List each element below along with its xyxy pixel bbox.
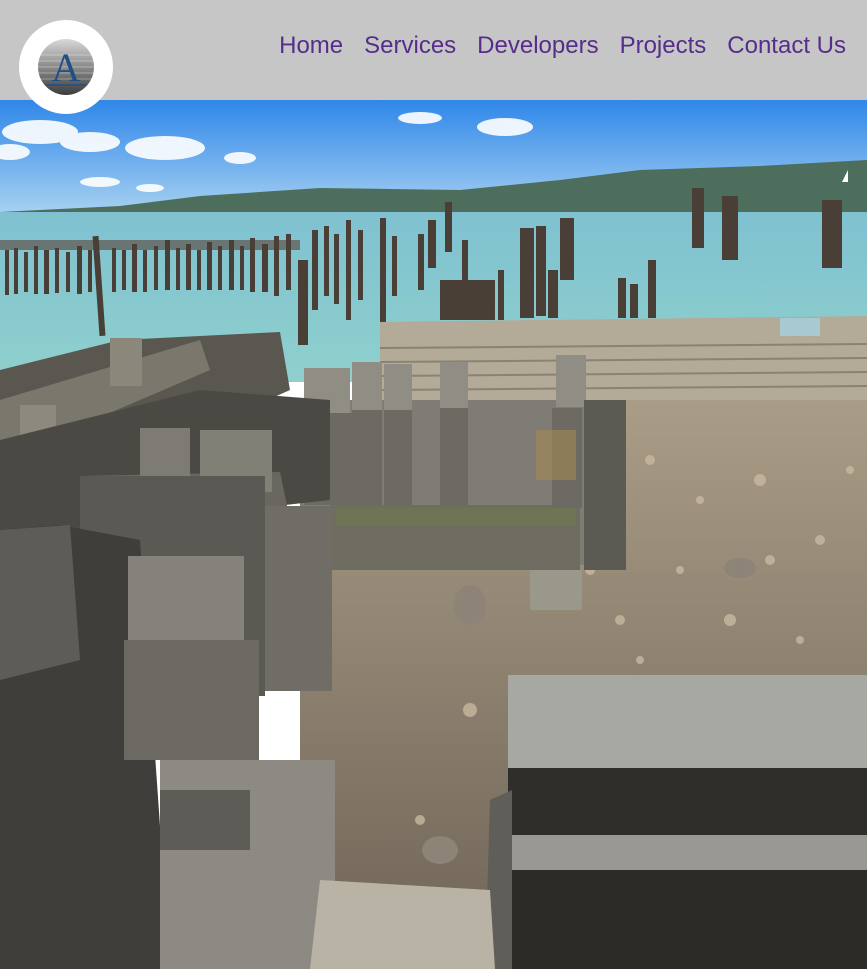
logo[interactable]: A [19, 20, 113, 114]
hero-image [0, 100, 867, 969]
nav-developers[interactable]: Developers [477, 32, 598, 60]
nav-services[interactable]: Services [364, 32, 456, 60]
company-logo-icon: A [38, 39, 94, 95]
main-nav: Home Services Developers Projects Contac… [279, 32, 846, 60]
nav-contact-us[interactable]: Contact Us [727, 32, 846, 60]
logo-letter: A [52, 45, 81, 90]
nav-projects[interactable]: Projects [620, 32, 707, 60]
nav-home[interactable]: Home [279, 32, 343, 60]
site-header: A Home Services Developers Projects Cont… [0, 0, 867, 114]
pier-ruins-photo [0, 100, 867, 969]
